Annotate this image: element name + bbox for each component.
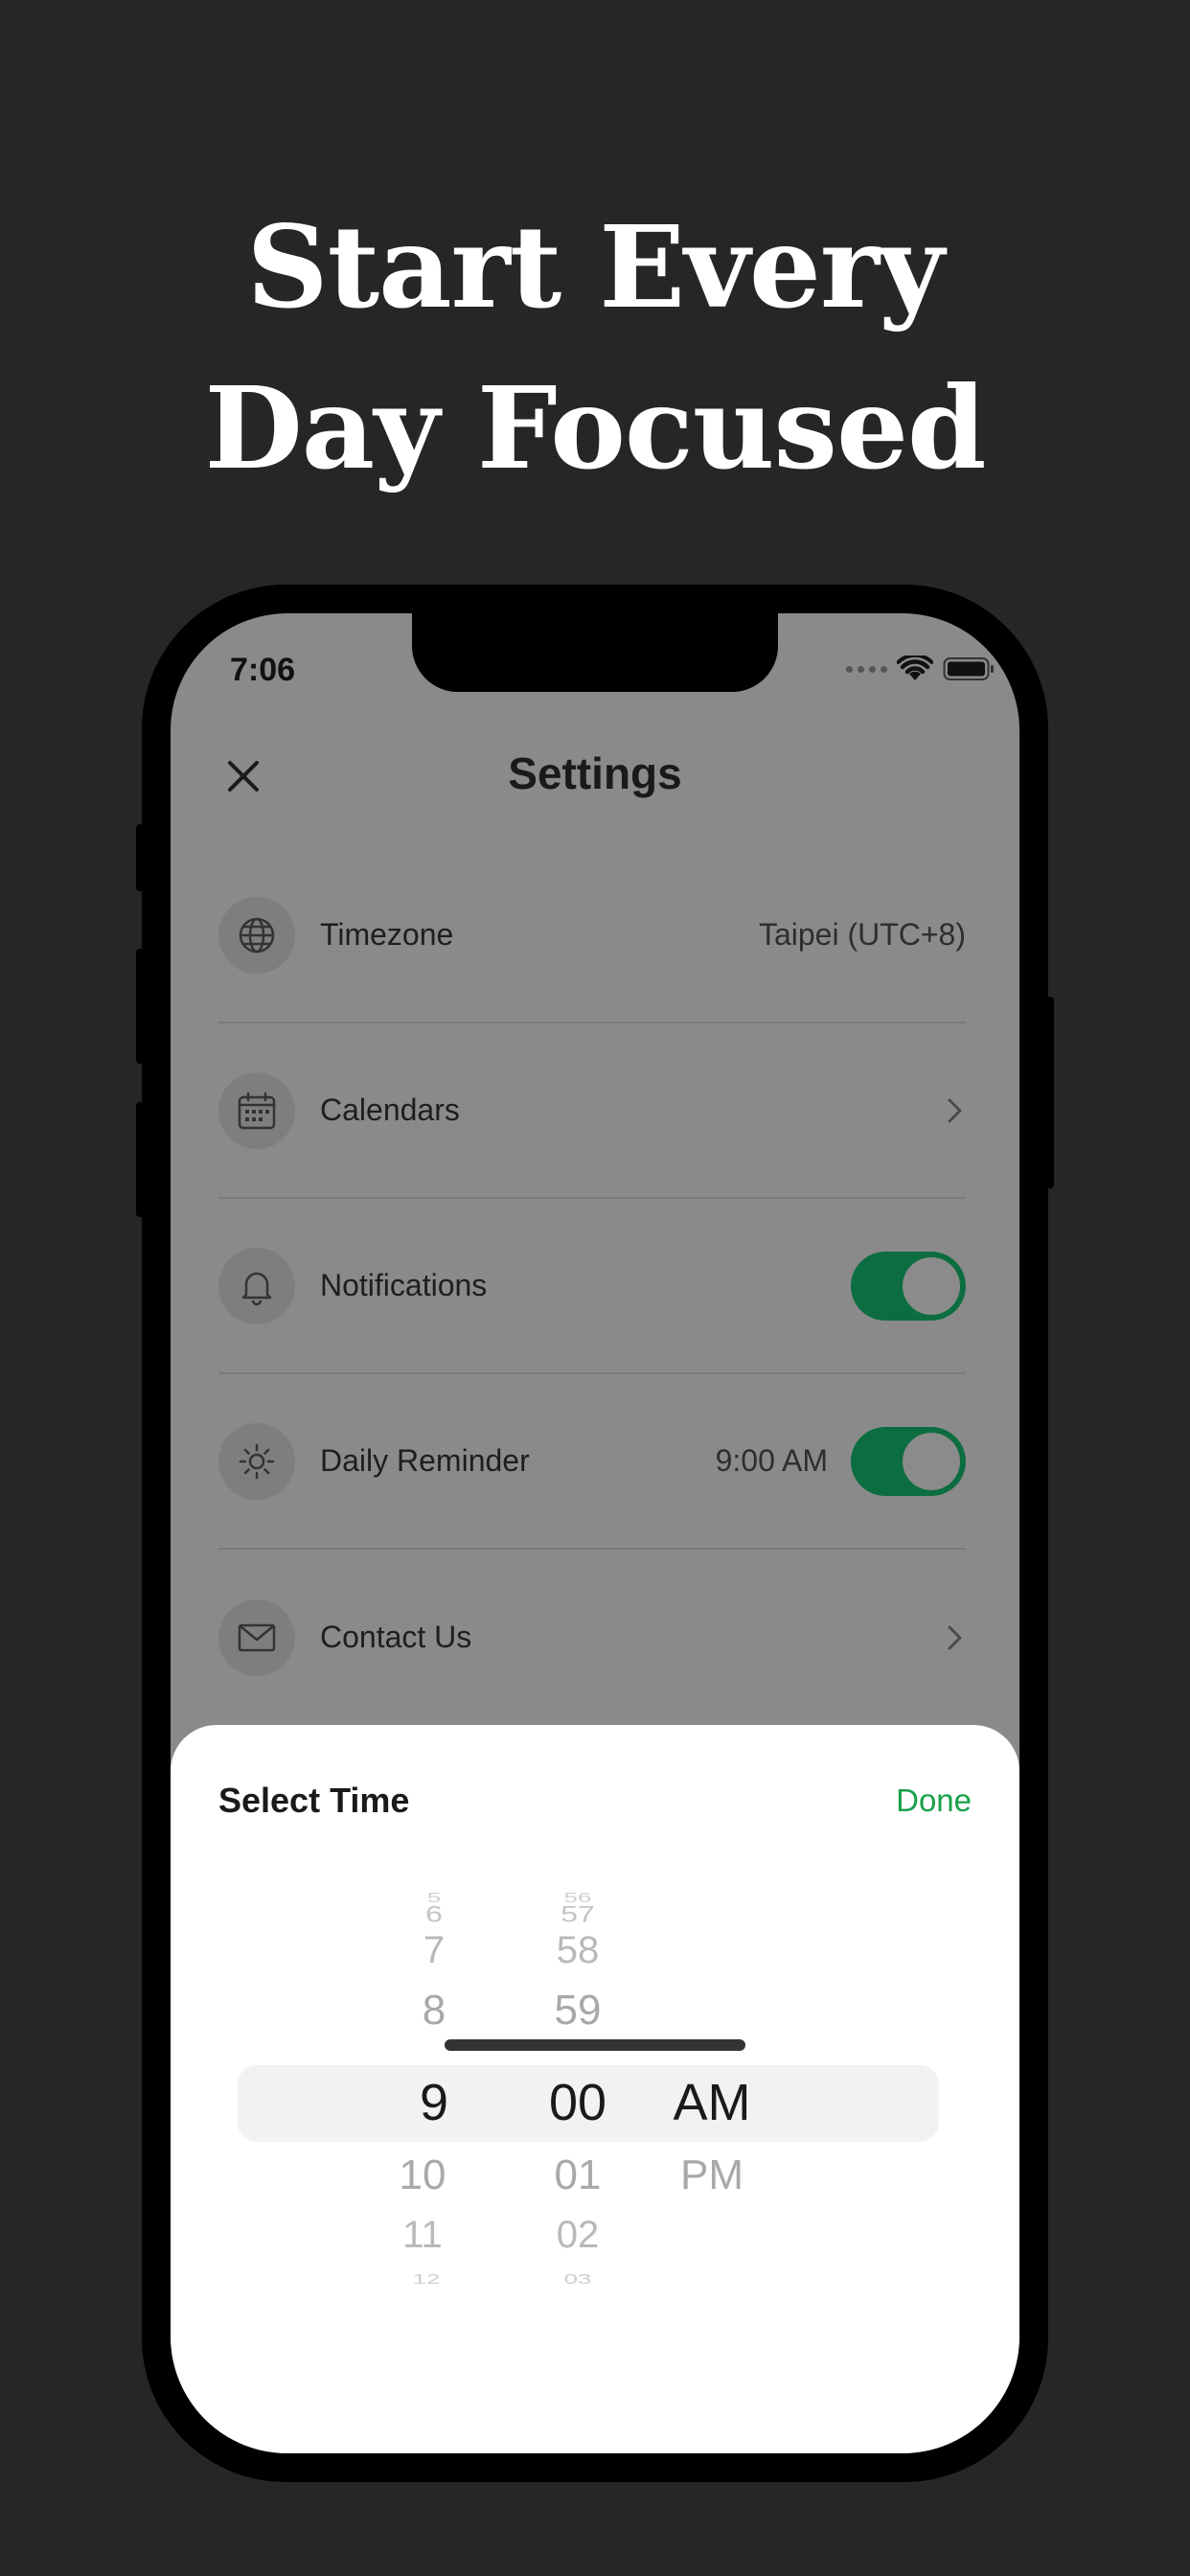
page-title: Settings <box>508 748 682 798</box>
sun-icon <box>239 1443 275 1479</box>
settings-row-notifications: Notifications <box>218 1199 966 1374</box>
daily-reminder-toggle[interactable] <box>851 1426 966 1496</box>
volume-up-button <box>136 949 144 1064</box>
globe-icon <box>239 917 275 953</box>
settings-row-daily-reminder[interactable]: Daily Reminder 9:00 AM <box>218 1374 966 1550</box>
minute-option: 02 <box>556 2214 600 2256</box>
minute-option: 57 <box>561 1900 595 1927</box>
done-button[interactable]: Done <box>896 1782 972 1819</box>
home-indicator[interactable] <box>445 2039 745 2051</box>
notch <box>412 613 778 692</box>
calendars-label: Calendars <box>320 1092 460 1127</box>
period-option: PM <box>680 2151 744 2198</box>
timezone-label: Timezone <box>320 917 454 952</box>
bell-icon <box>241 1272 272 1305</box>
minute-option: 59 <box>554 1987 602 2034</box>
volume-down-button <box>136 1102 144 1217</box>
minute-option: 58 <box>556 1929 600 1971</box>
minute-option: 03 <box>563 2270 592 2288</box>
time-picker-sheet: Select Time Done 5 6 7 8 9 10 11 12 56 5… <box>171 1725 1019 2453</box>
hour-option: 12 <box>412 2270 441 2288</box>
mail-icon <box>238 1623 276 1651</box>
status-icons <box>846 656 995 682</box>
daily-reminder-label: Daily Reminder <box>320 1443 530 1478</box>
daily-reminder-time[interactable]: 9:00 AM <box>716 1443 828 1479</box>
notifications-toggle[interactable] <box>851 1251 966 1321</box>
minute-option: 01 <box>554 2151 602 2198</box>
minute-selected: 00 <box>548 2074 607 2131</box>
period-selected: AM <box>673 2074 751 2131</box>
signal-icon <box>846 665 887 673</box>
hour-option: 11 <box>402 2214 443 2256</box>
headline-line-1: Start Every <box>246 200 944 334</box>
settings-list: Timezone Taipei (UTC+8) Calendars Notifi… <box>218 848 966 1725</box>
sheet-title: Select Time <box>218 1781 410 1820</box>
phone-screen: 7:06 Settings Timezone Taipei (UTC+8) Ca… <box>171 613 1019 2453</box>
hour-selected: 9 <box>419 2074 449 2131</box>
hour-option: 8 <box>422 1987 446 2034</box>
chevron-right-icon <box>948 1098 962 1122</box>
mute-switch <box>136 824 144 891</box>
hour-option: 6 <box>425 1900 443 1927</box>
headline-line-2: Day Focused <box>204 361 986 494</box>
wifi-icon <box>897 656 933 680</box>
battery-icon <box>943 657 994 680</box>
calendar-icon <box>238 1092 276 1129</box>
power-button <box>1046 997 1054 1188</box>
time-picker[interactable]: 5 6 7 8 9 10 11 12 56 57 58 59 00 01 02 <box>238 1883 952 2288</box>
settings-row-calendars[interactable]: Calendars <box>218 1024 966 1199</box>
hour-option: 10 <box>399 2151 446 2198</box>
hour-option: 7 <box>423 1929 446 1971</box>
settings-row-contact[interactable]: Contact Us <box>218 1550 966 1725</box>
notifications-label: Notifications <box>320 1268 488 1302</box>
timezone-value: Taipei (UTC+8) <box>758 917 966 952</box>
chevron-right-icon <box>948 1625 962 1649</box>
headline: Start Every Day Focused <box>0 187 1190 509</box>
settings-row-timezone[interactable]: Timezone Taipei (UTC+8) <box>218 848 966 1024</box>
phone-frame: 7:06 Settings Timezone Taipei (UTC+8) Ca… <box>136 585 1054 2482</box>
contact-label: Contact Us <box>320 1620 472 1654</box>
status-time: 7:06 <box>230 652 296 688</box>
